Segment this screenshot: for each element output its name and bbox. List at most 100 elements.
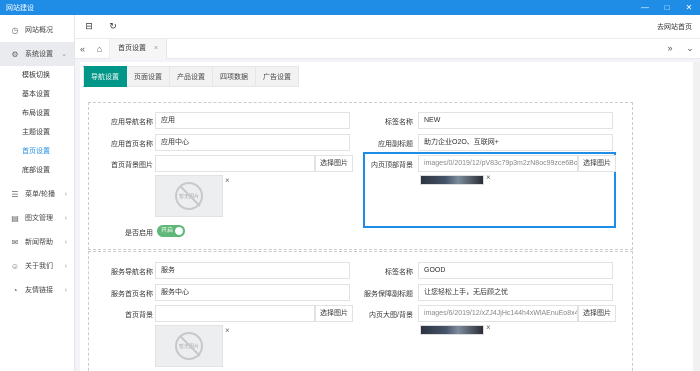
service-inner-bg-input[interactable]: images/6/2019/12/xZJ4JjHc144h4xWlAEnuEo8… [418,305,578,322]
enable-toggle[interactable]: 开启 [157,225,185,237]
tab-product-settings[interactable]: 产品设置 [170,66,213,87]
chevron-right-icon: › [64,238,67,246]
news-icon: ✉ [11,237,19,247]
chevron-down-icon[interactable]: ⌄ [680,43,700,54]
service-tag-label: 标签名称 [385,269,413,276]
app-nav-name-input[interactable]: 应用 [155,112,350,129]
sidebar-item-links[interactable]: ◔ 友情链接 › [0,278,74,302]
choose-image-button[interactable]: 选择图片 [578,305,616,322]
sidebar-item-label: 图文管理 [25,215,53,222]
tabs-next-icon[interactable]: » [660,43,680,54]
tab-ad-settings[interactable]: 广告设置 [256,66,299,87]
sidebar-subitem-home[interactable]: 首页设置 [0,142,74,161]
service-subtitle-input[interactable]: 让您轻松上手，无后顾之忧 [418,284,613,301]
link-icon: ◔ [12,285,18,295]
gear-icon: ⚙ [11,49,19,59]
sidebar: ◷ 网站概况 ⚙ 系统设置 ⌄ 模板切换 基本设置 布局设置 主题设置 首页设置… [0,15,75,371]
window-title: 网站建设 [6,4,34,12]
service-nav-name-label: 服务导航名称 [111,269,153,276]
remove-image-icon[interactable]: × [486,323,491,332]
service-home-name-input[interactable]: 服务中心 [155,284,350,301]
sidebar-subitem-basic[interactable]: 基本设置 [0,85,74,104]
app-bg-label: 首页背景图片 [111,162,153,169]
choose-image-button[interactable]: 选择图片 [315,155,353,172]
top-toolbar: ⊟ ↻ 去网站首页 [75,15,700,39]
window-titlebar: 网站建设 — □ ✕ [0,0,700,15]
app-subtitle-input[interactable]: 助力企业O2O、互联网+ [418,134,613,151]
service-nav-name-input[interactable]: 服务 [155,262,350,279]
tabs-prev-icon[interactable]: « [75,44,90,54]
service-inner-bg-thumbnail [420,325,484,335]
sidebar-item-label: 关于我们 [25,263,53,270]
close-tab-icon[interactable]: × [154,39,158,59]
menu-icon: ☰ [11,189,19,199]
inner-bg-thumbnail [420,175,484,185]
dashboard-icon: ◷ [11,25,19,35]
page-tabs-bar: « ⌂ 首页设置 × » ⌄ [75,38,700,59]
service-tag-input[interactable]: GOOD [418,262,613,279]
remove-image-icon[interactable]: × [225,326,230,335]
app-nav-name-label: 应用导航名称 [111,119,153,126]
tab-page-settings[interactable]: 页面设置 [127,66,170,87]
app-tag-input[interactable]: NEW [418,112,613,129]
service-subtitle-label: 服务保障副标题 [364,291,413,298]
app-home-name-input[interactable]: 应用中心 [155,134,350,151]
inner-bg-input[interactable]: images/0/2019/12/pV83c79p3m2zN8oc99zce6B… [418,155,578,172]
remove-image-icon[interactable]: × [225,176,230,185]
image-placeholder: 暂无图片 [155,175,223,217]
home-icon[interactable]: ⌂ [90,38,110,59]
inner-bg-label: 内页顶部背景 [371,162,413,169]
sidebar-subitem-footer[interactable]: 底部设置 [0,161,74,180]
sidebar-item-menu-carousel[interactable]: ☰ 菜单/轮播 › [0,182,74,206]
toggle-state-text: 开启 [161,228,174,234]
sidebar-item-label: 系统设置 [25,51,53,58]
service-inner-bg-label: 内页大图/背景 [369,312,413,319]
image-placeholder: 暂无图片 [155,325,223,367]
app-home-name-label: 应用首页名称 [111,141,153,148]
sidebar-item-system-settings[interactable]: ⚙ 系统设置 ⌄ [0,42,74,66]
chevron-right-icon: › [64,190,67,198]
tab-home-settings[interactable]: 首页设置 × [110,38,168,59]
no-image-icon: 暂无图片 [175,182,203,210]
about-icon: ☺ [10,261,20,271]
sidebar-item-about[interactable]: ☺ 关于我们 › [0,254,74,278]
sidebar-item-overview[interactable]: ◷ 网站概况 [0,18,74,42]
enable-label: 是否启用 [125,230,153,237]
sidebar-item-label: 菜单/轮播 [25,191,55,198]
minimize-button[interactable]: — [634,0,656,15]
sidebar-item-articles[interactable]: ▤ 图文管理 › [0,206,74,230]
collapse-sidebar-icon[interactable]: ⊟ [79,21,99,32]
app-tag-label: 标签名称 [385,119,413,126]
remove-image-icon[interactable]: × [486,173,491,182]
maximize-button[interactable]: □ [656,0,678,15]
no-image-icon: 暂无图片 [175,332,203,360]
sidebar-item-news[interactable]: ✉ 新闻帮助 › [0,230,74,254]
tab-nav-settings[interactable]: 导航设置 [83,66,127,87]
service-bg-input[interactable] [155,305,315,322]
sidebar-item-label: 友情链接 [25,287,53,294]
main-content: 导航设置 页面设置 产品设置 四项数据 广告设置 应用导航名称 应用 应用首页名… [80,62,695,371]
tab-four-data[interactable]: 四项数据 [213,66,256,87]
chevron-down-icon: ⌄ [61,51,67,58]
choose-image-button[interactable]: 选择图片 [578,155,616,172]
close-button[interactable]: ✕ [678,0,700,15]
refresh-icon[interactable]: ↻ [103,21,123,32]
sidebar-item-label: 新闻帮助 [25,239,53,246]
sidebar-subitem-theme[interactable]: 主题设置 [0,123,74,142]
app-subtitle-label: 应用副标题 [378,141,413,148]
choose-image-button[interactable]: 选择图片 [315,305,353,322]
sidebar-item-label: 网站概况 [25,27,53,34]
vertical-scrollbar[interactable] [693,62,700,371]
sidebar-subitem-layout[interactable]: 布局设置 [0,104,74,123]
tab-label: 首页设置 [118,44,146,52]
site-home-link[interactable]: 去网站首页 [657,22,692,32]
app-bg-input[interactable] [155,155,315,172]
no-image-text: 暂无图片 [178,343,199,350]
content-tabs: 导航设置 页面设置 产品设置 四项数据 广告设置 [83,66,299,87]
service-nav-section: 服务导航名称 服务 服务首页名称 服务中心 首页背景 选择图片 暂无图片 × 标… [88,251,633,371]
service-bg-label: 首页背景 [125,312,153,319]
chevron-right-icon: › [64,214,67,222]
service-home-name-label: 服务首页名称 [111,291,153,298]
chevron-right-icon: › [64,286,67,294]
sidebar-subitem-template[interactable]: 模板切换 [0,66,74,85]
